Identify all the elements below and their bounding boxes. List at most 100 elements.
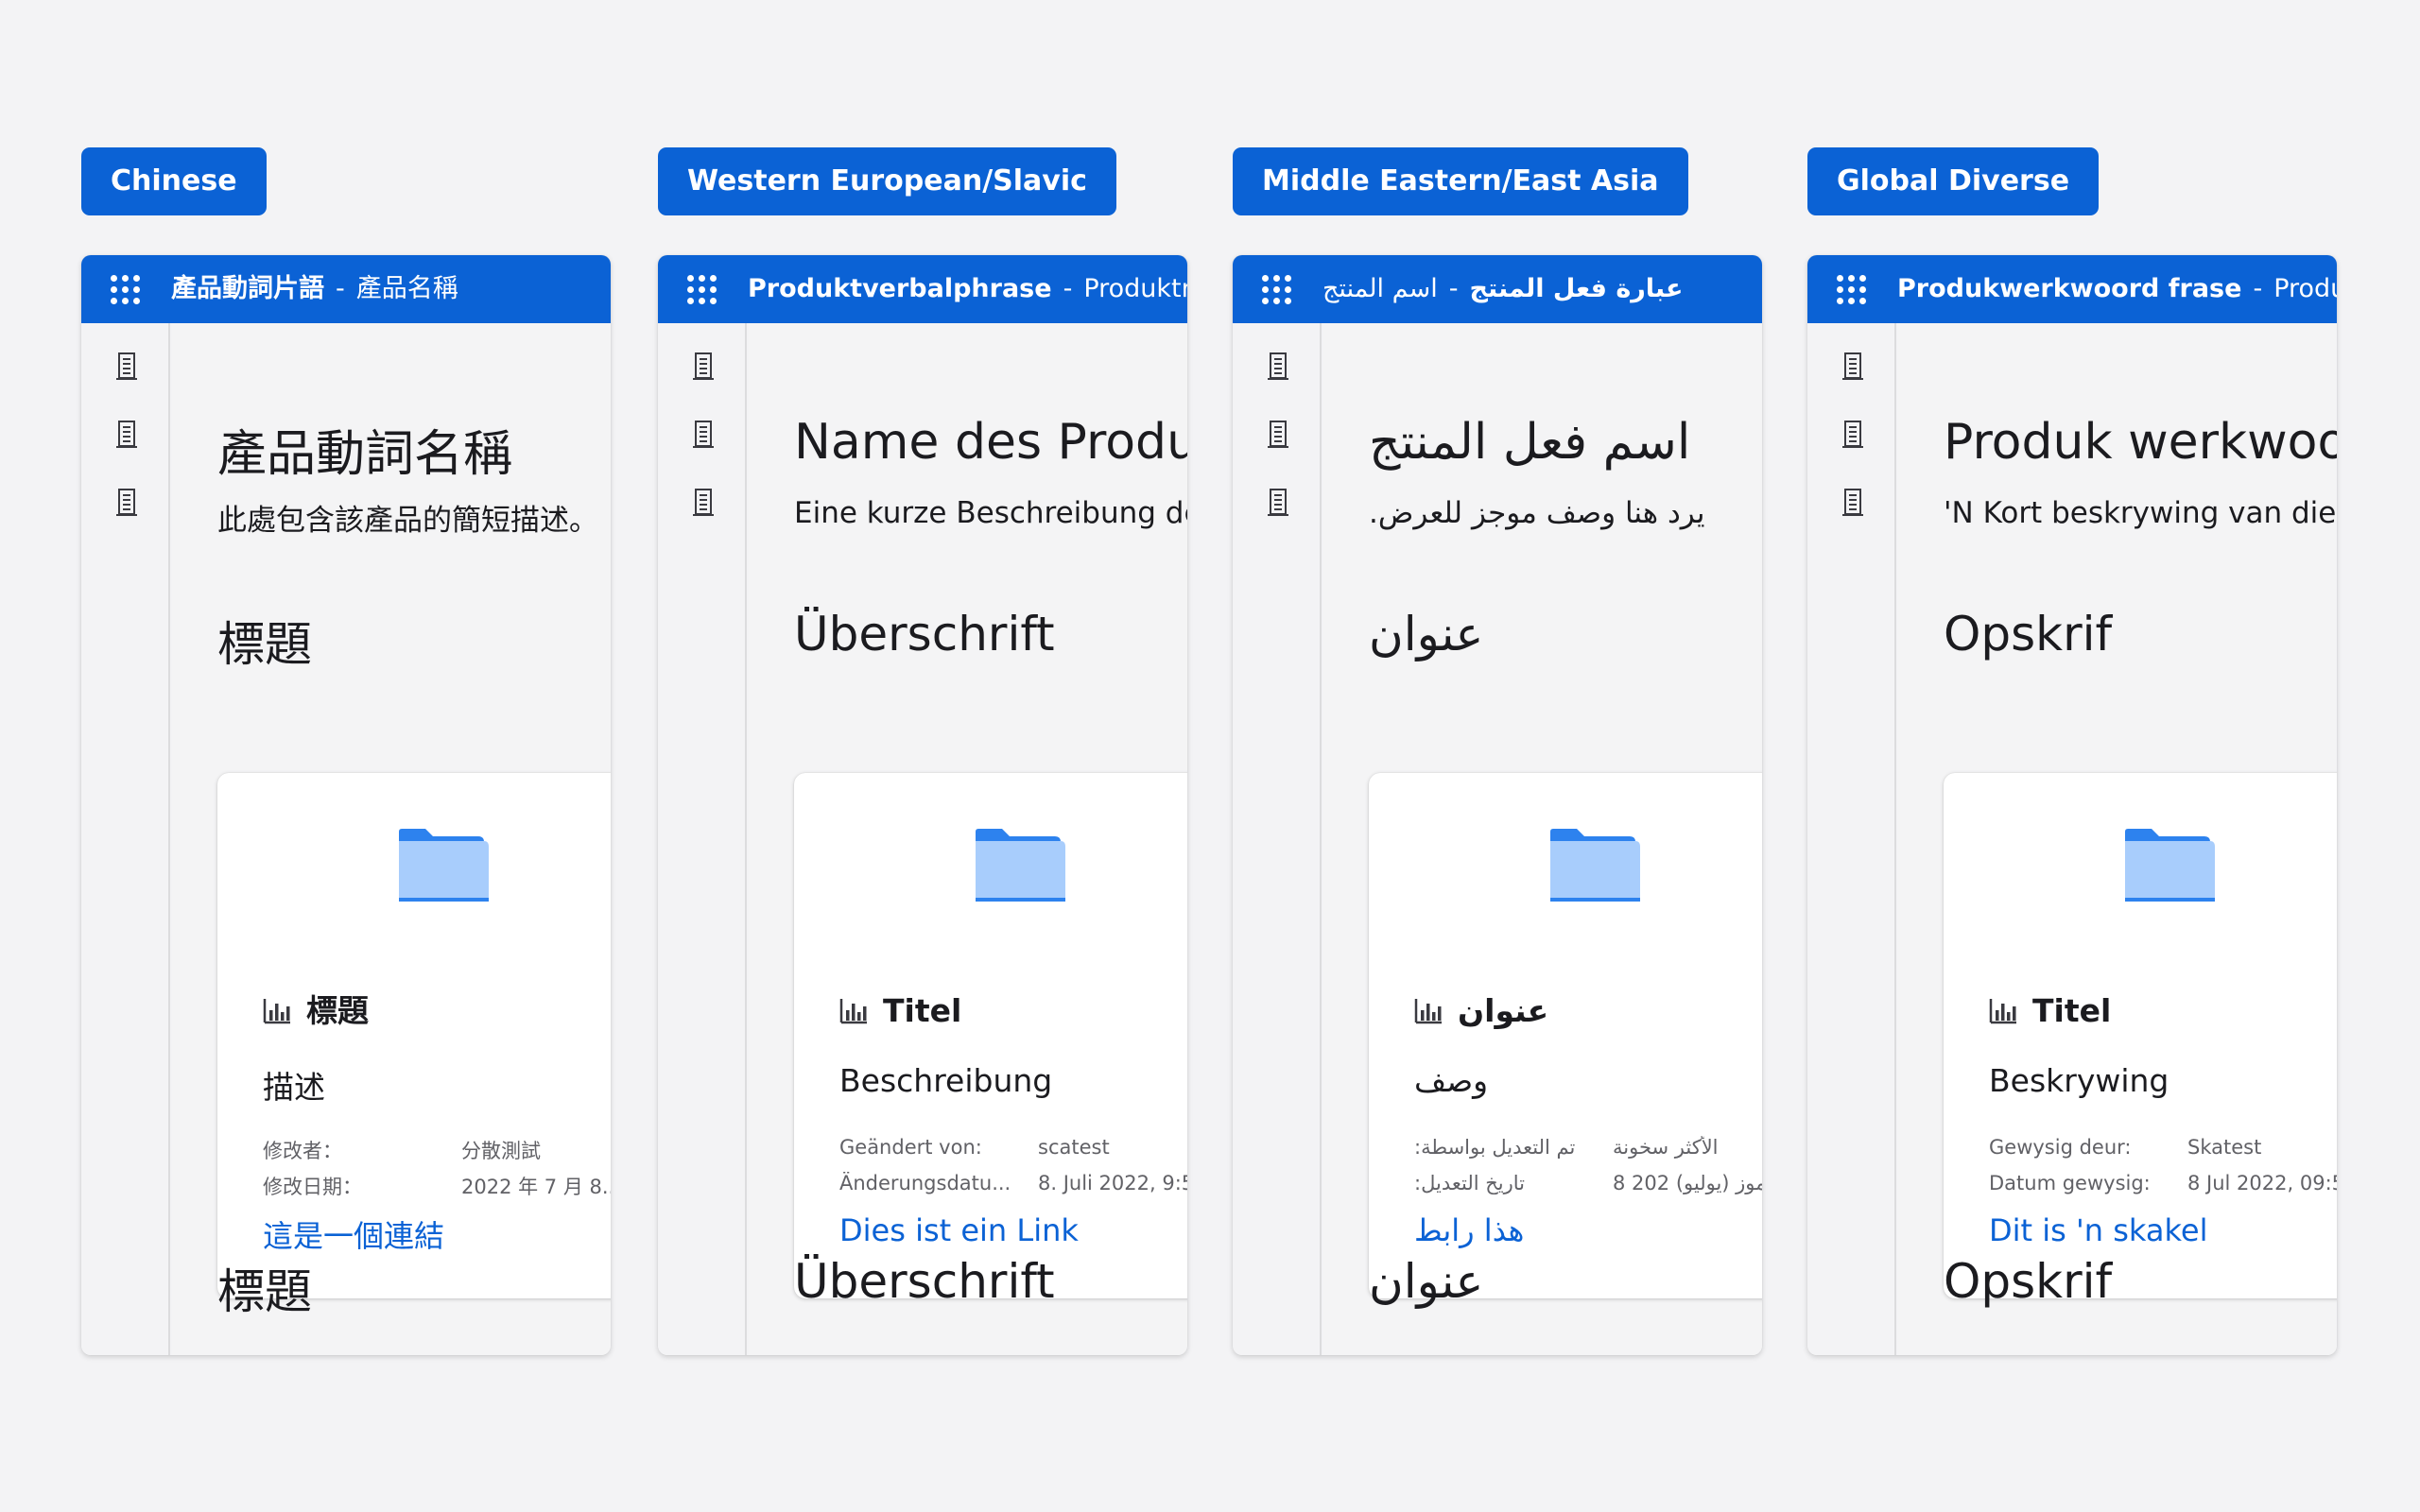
side-rail [1807,323,1896,1355]
card-link[interactable]: هذا رابط [1414,1212,1524,1248]
product-name: Produksna [2273,274,2337,303]
card-title: Titel [883,992,962,1029]
bar-chart-icon [263,996,291,1024]
app-header: Produkwerkwoord frase-Produksna [1807,255,2337,323]
app-header: Produktverbalphrase-Produktname [658,255,1187,323]
modified-date-value: 2022 年 7 月 8... [461,1176,611,1198]
app-preview-panel: Produkwerkwoord frase-Produksna Produk w… [1807,255,2337,1355]
folder-icon [397,828,490,903]
page-title: اسم فعل المنتج [1369,414,1691,471]
modified-date-label: 修改日期： [263,1176,362,1198]
product-name: اسم المنتج [1322,274,1438,303]
bar-chart-icon [1414,996,1443,1024]
app-grid-icon[interactable] [687,275,717,304]
section-heading: Opskrif [1944,1254,2113,1309]
app-title-group: Produktverbalphrase-Produktname [748,255,1187,323]
card-header: Titel [839,990,1187,1032]
app-title: 產品動詞片語 [171,274,324,303]
bar-chart-icon [839,996,868,1024]
variant-chinese: Chinese 產品動詞片語 - 產品名稱 產品動詞名稱 此處包含該產品的簡短描述。… [81,0,611,1512]
app-header: عبارة فعل المنتج-اسم المنتج [1233,255,1762,323]
card-title: عنوان [1458,992,1549,1029]
language-badge: Global Diverse [1807,147,2100,215]
modified-by-label: 修改者： [263,1140,342,1162]
language-badge: Chinese [81,147,267,215]
modified-by-label: Gewysig deur: [1989,1136,2132,1159]
variant-middle-eastern-east-asia: Middle Eastern/East Asia عبارة فعل المنت… [1233,0,1762,1512]
section-heading: 標題 [217,1264,312,1319]
app-title: Produktverbalphrase [748,274,1052,303]
section-heading: عنوان [1369,607,1484,662]
page-title: Name des Produkt [794,414,1187,471]
building-icon[interactable] [1841,352,1864,382]
variant-global-diverse: Global Diverse Produkwerkwoord frase - Pro… [1807,0,2337,1512]
more-vertical-icon[interactable] [2329,992,2337,1030]
card-title: 標題 [306,992,369,1029]
main-content: اسم فعل المنتج .يرد هنا وصف موجز للعرض ع… [1323,323,1762,1355]
card-title: Titel [2032,992,2112,1029]
section-heading: Überschrift [794,1254,1055,1309]
side-rail [81,323,170,1355]
building-icon[interactable] [1841,488,1864,518]
app-header: 產品動詞片語 - 產品名稱 [81,255,611,323]
building-icon[interactable] [115,488,138,518]
page-title: Produk werkwoord [1944,414,2337,471]
building-icon[interactable] [1841,420,1864,450]
app-grid-icon[interactable] [1262,275,1291,304]
building-icon[interactable] [115,420,138,450]
modified-by-label: :تم التعديل بواسطة [1414,1136,1576,1159]
app-preview-panel: 產品動詞片語 - 產品名稱 產品動詞名稱 此處包含該產品的簡短描述。 標題 標題 描… [81,255,611,1355]
modified-date-label: :تاريخ التعديل [1414,1172,1526,1194]
folder-icon [1548,828,1641,903]
app-grid-icon[interactable] [1837,275,1866,304]
building-icon[interactable] [1267,488,1289,518]
section-heading: Überschrift [794,607,1055,662]
card-link[interactable]: Dit is 'n skakel [1989,1212,2207,1248]
card-header: عنوان [1414,990,1762,1032]
modified-date-value: 8 تموز (يوليو) 202... [1613,1172,1762,1194]
modified-by-value: scatest [1038,1136,1110,1159]
card-description: وصف [1414,1062,1489,1099]
building-icon[interactable] [692,420,715,450]
modified-date-label: Änderungsdatu... [839,1172,1011,1194]
app-preview-panel: Produktverbalphrase-Produktname Name des… [658,255,1187,1355]
more-vertical-icon[interactable] [603,992,611,1030]
page-description: .يرد هنا وصف موجز للعرض [1369,496,1705,530]
modified-by-value: الأكثر سخونة [1613,1136,1719,1159]
main-content: Name des Produkt Eine kurze Beschreibung… [749,323,1187,1355]
card-link[interactable]: 這是一個連結 [263,1212,444,1256]
building-icon[interactable] [692,488,715,518]
side-rail [1233,323,1322,1355]
content-card[interactable]: عنوان وصف :تم التعديل بواسطة الأكثر سخون… [1369,773,1762,1298]
building-icon[interactable] [1267,352,1289,382]
content-card[interactable]: 標題 描述 修改者： 分散測試 修改日期： 2022 年 7 月 8... 這是… [217,773,611,1298]
product-name: Produktname [1083,274,1187,303]
building-icon[interactable] [1267,420,1289,450]
more-vertical-icon[interactable] [1180,992,1187,1030]
page-description: Eine kurze Beschreibung de [794,496,1187,530]
building-icon[interactable] [692,352,715,382]
building-icon[interactable] [115,352,138,382]
modified-by-value: 分散測試 [461,1140,541,1162]
section-heading: 標題 [217,617,312,672]
more-vertical-icon[interactable] [1754,992,1762,1030]
content-card[interactable]: Titel Beskrywing Gewysig deur: Skatest D… [1944,773,2337,1298]
card-description: Beschreibung [839,1062,1053,1099]
page-title: 產品動詞名稱 [217,426,513,483]
title-separator: - [1063,274,1073,303]
app-title-group: عبارة فعل المنتج-اسم المنتج [1322,255,1683,323]
content-card[interactable]: Titel Beschreibung Geändert von: scatest… [794,773,1187,1298]
main-content: 產品動詞名稱 此處包含該產品的簡短描述。 標題 標題 描述 修改者： 分散測試 … [172,323,611,1355]
product-name: 產品名稱 [355,274,458,303]
title-separator: - [2253,274,2263,303]
app-grid-icon[interactable] [111,275,140,304]
title-separator: - [1448,274,1459,303]
language-badge: Middle Eastern/East Asia [1233,147,1688,215]
folder-icon [974,828,1066,903]
card-header: Titel [1989,990,2337,1032]
app-title-group: Produkwerkwoord frase-Produksna [1897,255,2337,323]
card-header: 標題 [263,990,611,1032]
card-link[interactable]: Dies ist ein Link [839,1212,1079,1248]
card-description: 描述 [263,1069,325,1106]
bar-chart-icon [1989,996,2017,1024]
